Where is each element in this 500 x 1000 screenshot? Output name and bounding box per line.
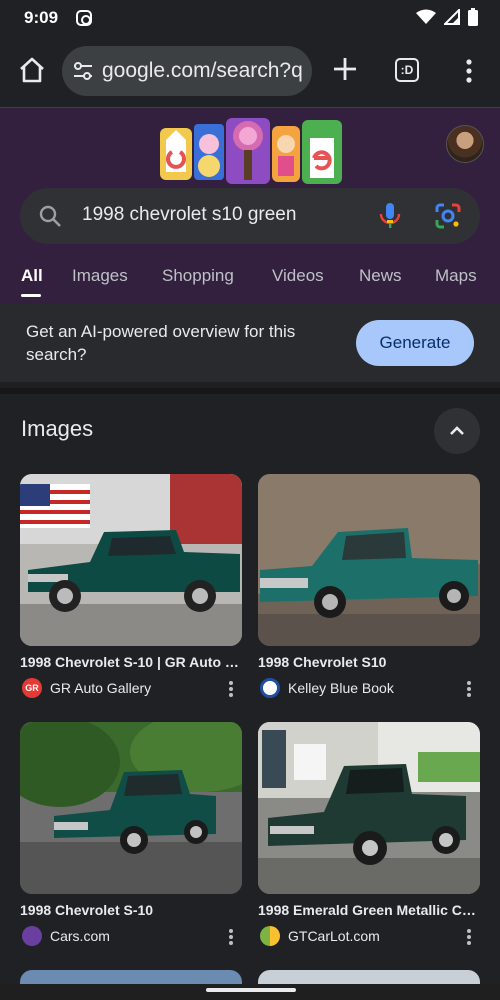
ai-overview-text: Get an AI-powered overview for this sear… — [26, 322, 296, 364]
google-lens-icon[interactable] — [434, 202, 462, 230]
google-doodle-logo[interactable] — [158, 114, 344, 190]
ai-overview-prompt: Get an AI-powered overview for this sear… — [0, 304, 500, 382]
image-result-thumbnail[interactable] — [258, 474, 480, 646]
tab-images[interactable]: Images — [72, 266, 128, 286]
new-tab-icon[interactable] — [330, 54, 360, 84]
more-options-icon[interactable] — [464, 926, 474, 948]
kelley-blue-book-favicon — [260, 678, 280, 698]
image-result-source[interactable]: GR GR Auto Gallery — [20, 678, 242, 700]
image-result-title[interactable]: 1998 Chevrolet S10 — [258, 654, 478, 670]
image-result[interactable]: 1998 Chevrolet S-10 Cars.com — [20, 722, 242, 948]
image-result-source[interactable]: Kelley Blue Book — [258, 678, 480, 700]
image-result[interactable]: 1998 Emerald Green Metallic Chevrolet S-… — [258, 722, 480, 948]
status-bar: 9:09 — [0, 0, 500, 36]
voice-search-icon[interactable] — [378, 202, 402, 230]
tab-all[interactable]: All — [21, 266, 43, 286]
gtcarlot-favicon — [260, 926, 280, 946]
active-tab-indicator — [21, 294, 41, 297]
search-icon — [39, 205, 61, 227]
wifi-icon — [416, 9, 436, 24]
generate-button[interactable]: Generate — [356, 320, 474, 366]
more-options-icon[interactable] — [464, 678, 474, 700]
image-result-thumbnail[interactable] — [20, 970, 242, 984]
account-avatar[interactable] — [446, 125, 484, 163]
tab-shopping[interactable]: Shopping — [162, 266, 234, 286]
images-heading: Images — [21, 416, 94, 441]
image-result-title[interactable]: 1998 Emerald Green Metallic Chevrolet S-… — [258, 902, 478, 918]
more-menu-icon[interactable] — [462, 56, 476, 86]
gr-auto-gallery-favicon: GR — [22, 678, 42, 698]
source-name: Kelley Blue Book — [288, 680, 394, 696]
address-bar[interactable]: google.com/search?q — [62, 46, 312, 96]
instagram-notification-icon — [76, 10, 92, 26]
battery-icon — [468, 8, 478, 26]
browser-toolbar: google.com/search?q :D — [0, 36, 500, 108]
source-name: GTCarLot.com — [288, 928, 380, 944]
tab-news[interactable]: News — [359, 266, 402, 286]
home-icon[interactable] — [16, 54, 48, 86]
source-name: Cars.com — [50, 928, 110, 944]
site-settings-icon[interactable] — [72, 61, 94, 81]
search-query[interactable]: 1998 chevrolet s10 green — [82, 204, 296, 226]
more-options-icon[interactable] — [226, 926, 236, 948]
source-name: GR Auto Gallery — [50, 680, 152, 696]
image-result-thumbnail[interactable] — [258, 970, 480, 984]
chevron-up-icon — [450, 426, 464, 435]
more-options-icon[interactable] — [226, 678, 236, 700]
image-result[interactable]: 1998 Chevrolet S10 Kelley Blue Book — [258, 474, 480, 700]
search-box[interactable]: 1998 chevrolet s10 green — [20, 188, 480, 244]
image-result-thumbnail[interactable] — [20, 722, 242, 894]
image-result-source[interactable]: Cars.com — [20, 926, 242, 948]
tab-switcher-button[interactable]: :D — [395, 58, 419, 82]
status-time: 9:09 — [24, 8, 59, 27]
images-section: Images 1998 Chevrolet S-10 | GR Auto G G… — [0, 394, 500, 984]
signal-icon — [444, 9, 460, 25]
collapse-button[interactable] — [434, 408, 480, 454]
image-result-source[interactable]: GTCarLot.com — [258, 926, 480, 948]
image-result-thumbnail[interactable] — [258, 722, 480, 894]
image-result[interactable]: 1998 Chevrolet S-10 | GR Auto Gallery GR… — [20, 474, 242, 700]
gesture-nav-handle[interactable] — [206, 988, 296, 992]
search-tabs: All Images Shopping Videos News Maps — [0, 256, 500, 304]
url-text[interactable]: google.com/search?q — [102, 59, 308, 83]
tab-videos[interactable]: Videos — [272, 266, 324, 286]
search-header: 1998 chevrolet s10 green All Images Shop… — [0, 108, 500, 304]
cars-com-favicon — [22, 926, 42, 946]
tab-maps[interactable]: Maps — [435, 266, 477, 286]
image-result-thumbnail[interactable] — [20, 474, 242, 646]
image-result-title[interactable]: 1998 Chevrolet S-10 | GR Auto Gallery — [20, 654, 240, 670]
image-result-title[interactable]: 1998 Chevrolet S-10 — [20, 902, 240, 918]
status-icons — [416, 8, 478, 26]
